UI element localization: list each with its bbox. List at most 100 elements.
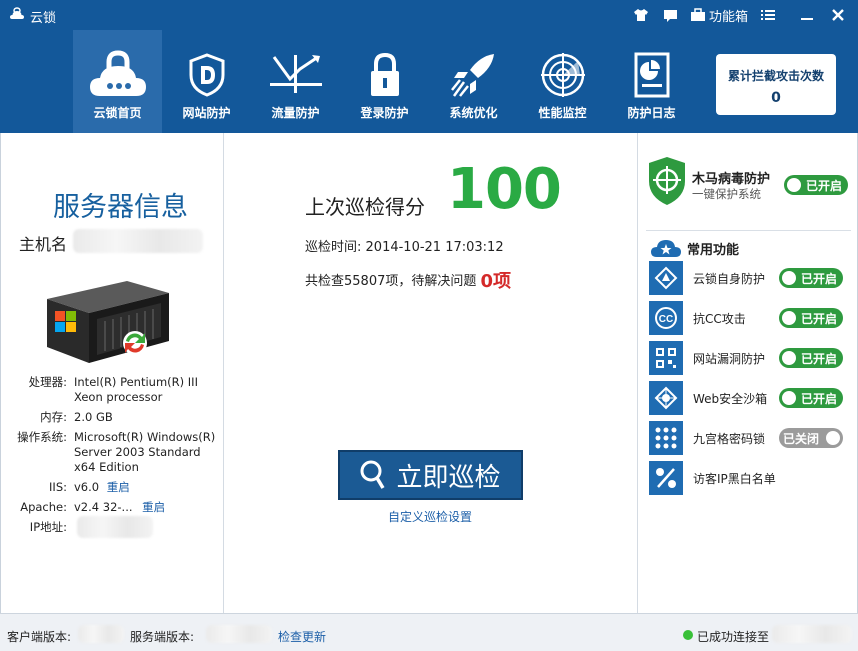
grid-lock-toggle[interactable]: 已关闭 xyxy=(779,428,843,448)
feature-grid-lock: 九宫格密码锁 已关闭 xyxy=(649,421,849,455)
log-icon xyxy=(634,52,669,98)
cloud-star-icon xyxy=(651,240,681,257)
feature-label: Web安全沙箱 xyxy=(693,392,768,406)
spec-key: 内存: xyxy=(40,410,67,424)
check-update-link[interactable]: 检查更新 xyxy=(278,628,326,645)
check-time-value: 2014-10-21 17:03:12 xyxy=(365,240,504,255)
feature-label: 抗CC攻击 xyxy=(693,312,746,326)
web-sandbox-toggle[interactable]: 已开启 xyxy=(779,388,843,408)
score-value: 100 xyxy=(447,157,562,222)
close-button[interactable] xyxy=(831,5,845,25)
minimize-button[interactable] xyxy=(800,5,814,25)
spec-key: Apache: xyxy=(20,500,67,514)
host-label: 主机名 xyxy=(19,235,68,254)
self-protect-icon xyxy=(654,266,678,290)
hostname-redacted xyxy=(73,229,203,253)
tshirt-icon xyxy=(634,9,648,21)
menu-icon xyxy=(761,10,775,20)
spec-key: IIS: xyxy=(49,480,67,494)
close-icon xyxy=(832,9,844,21)
nav-performance[interactable]: 性能监控 xyxy=(518,30,607,133)
check-summary: 共检查55807项，待解决问题 0项 xyxy=(305,265,512,292)
skin-button[interactable] xyxy=(633,5,649,25)
spec-value: Microsoft(R) Windows(R) Server 2003 Stan… xyxy=(74,430,216,474)
feature-label: 网站漏洞防护 xyxy=(693,352,766,366)
divider xyxy=(646,230,851,231)
attack-counter-box: 累计拦截攻击次数 0 xyxy=(716,54,836,115)
trojan-toggle[interactable]: 已开启 xyxy=(784,175,848,195)
nav-label: 防护日志 xyxy=(627,106,676,120)
toolbox-icon xyxy=(691,8,705,21)
server-version-redacted xyxy=(206,625,272,643)
ip-redacted xyxy=(77,516,153,538)
feature-self-protect: 云锁自身防护 已开启 xyxy=(649,261,849,295)
feature-ip-list[interactable]: 访客IP黑白名单 xyxy=(649,461,849,495)
feature-label: 访客IP黑白名单 xyxy=(693,472,776,486)
menu-button[interactable] xyxy=(760,5,776,25)
vuln-protect-toggle[interactable]: 已开启 xyxy=(779,348,843,368)
common-features-title: 常用功能 xyxy=(687,243,740,258)
status-bar: 客户端版本: 服务端版本: 检查更新 已成功连接至 xyxy=(0,613,858,651)
client-version-label: 客户端版本: xyxy=(7,630,72,644)
padlock-icon xyxy=(370,52,399,96)
scan-now-button[interactable]: 立即巡检 xyxy=(338,450,523,500)
qr-icon xyxy=(656,348,676,368)
toolbox-button[interactable]: 功能箱 xyxy=(690,5,748,25)
app-logo-icon xyxy=(10,7,24,19)
nav-label: 性能监控 xyxy=(538,106,587,120)
nav-label: 流量防护 xyxy=(271,106,320,120)
spec-value: v2.4 32-... xyxy=(74,500,133,514)
check-time-label: 巡检时间: xyxy=(305,240,362,255)
custom-check-link[interactable]: 自定义巡检设置 xyxy=(388,508,472,525)
cc-icon: CC xyxy=(655,307,677,329)
nav-traffic-protect[interactable]: 流量防护 xyxy=(251,30,340,133)
nav-label: 云锁首页 xyxy=(93,106,142,120)
spec-key: IP地址: xyxy=(29,520,67,534)
attack-counter-value: 0 xyxy=(771,90,781,106)
connection-status-dot xyxy=(683,630,693,640)
trojan-shield-icon xyxy=(649,157,685,205)
message-button[interactable] xyxy=(663,5,678,25)
server-version-label: 服务端版本: xyxy=(130,630,195,644)
trojan-title: 木马病毒防护 xyxy=(692,172,771,187)
spec-value: 2.0 GB xyxy=(74,410,113,424)
minimize-icon xyxy=(801,18,813,20)
issues-count: 0项 xyxy=(480,271,512,292)
feature-anti-cc: CC 抗CC攻击 已开启 xyxy=(649,301,849,335)
spec-key: 操作系统: xyxy=(17,430,67,444)
svg-text:CC: CC xyxy=(659,314,673,325)
check-time: 巡检时间: 2014-10-21 17:03:12 xyxy=(305,236,504,255)
nav-home[interactable]: 云锁首页 xyxy=(73,30,162,133)
search-icon xyxy=(360,460,385,489)
nav-label: 网站防护 xyxy=(182,106,231,120)
anti-cc-toggle[interactable]: 已开启 xyxy=(779,308,843,328)
titlebar: 云锁 功能箱 xyxy=(0,0,858,30)
spec-value: v6.0 xyxy=(74,480,100,494)
spec-key: 处理器: xyxy=(28,375,67,389)
apache-restart-link[interactable]: 重启 xyxy=(142,500,165,514)
feature-label: 云锁自身防护 xyxy=(693,272,766,286)
feature-vuln-protect: 网站漏洞防护 已开启 xyxy=(649,341,849,375)
protection-panel: 木马病毒防护 一键保护系统 已开启 常用功能 云锁自身防护 已开启 CC 抗CC… xyxy=(637,133,858,613)
iis-restart-link[interactable]: 重启 xyxy=(107,480,130,494)
client-version-redacted xyxy=(78,625,124,643)
server-info-panel: 服务器信息 主机名 处理器: Intel(R) Pentium(R) III X… xyxy=(0,133,224,613)
shield-d-icon xyxy=(189,53,224,97)
rocket-icon xyxy=(450,54,494,97)
nav-login-protect[interactable]: 登录防护 xyxy=(340,30,429,133)
server-address-redacted xyxy=(772,625,852,643)
nav-site-protect[interactable]: 网站防护 xyxy=(162,30,251,133)
nav-label: 登录防护 xyxy=(360,106,409,120)
nav-logs[interactable]: 防护日志 xyxy=(607,30,696,133)
nav-system-optimize[interactable]: 系统优化 xyxy=(429,30,518,133)
radar-icon xyxy=(540,53,585,97)
traffic-icon xyxy=(269,55,322,93)
self-protect-toggle[interactable]: 已开启 xyxy=(779,268,843,288)
header: 云锁 功能箱 云锁首页 网站防护 流量防护 登录防护 系统优化 性能监控 防护日… xyxy=(0,0,858,133)
check-summary-text: 共检查55807项，待解决问题 xyxy=(305,274,477,289)
message-icon xyxy=(664,9,677,22)
main-nav: 云锁首页 网站防护 流量防护 登录防护 系统优化 性能监控 防护日志 xyxy=(73,30,696,133)
attack-counter-label: 累计拦截攻击次数 xyxy=(727,69,824,83)
server-info-title: 服务器信息 xyxy=(53,192,188,223)
scan-now-label: 立即巡检 xyxy=(396,462,501,493)
